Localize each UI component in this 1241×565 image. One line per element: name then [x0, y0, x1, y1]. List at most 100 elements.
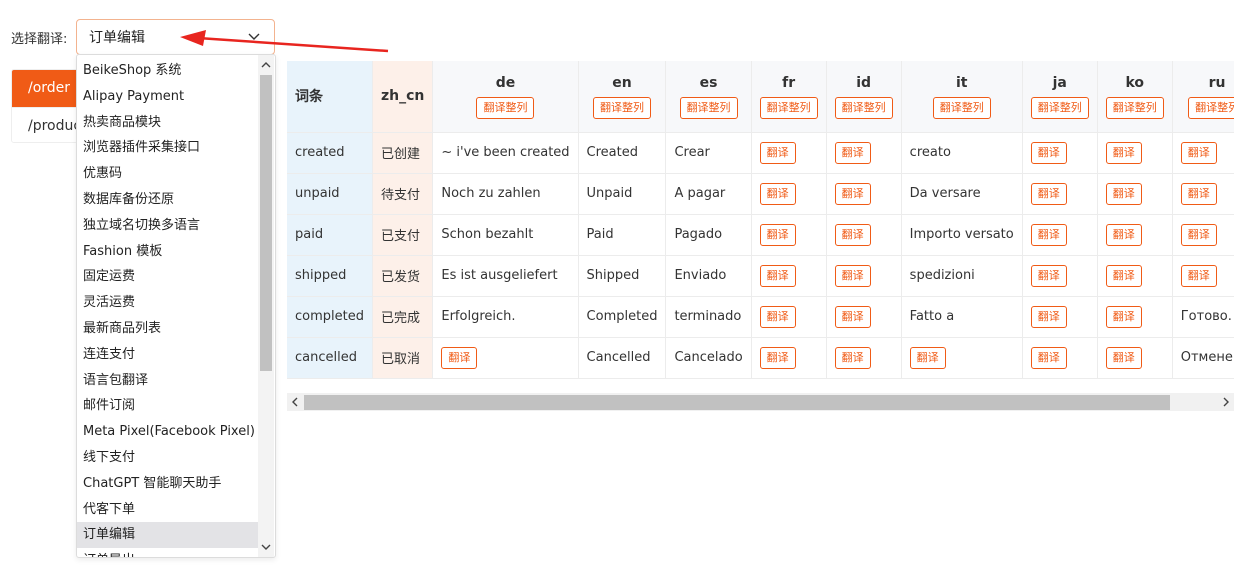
- translate-column-button[interactable]: 翻译整列: [759, 97, 818, 120]
- dropdown-option[interactable]: 连连支付: [77, 342, 258, 368]
- translate-column-button[interactable]: 翻译整列: [593, 97, 651, 120]
- translate-cell-button[interactable]: 翻译: [834, 305, 871, 328]
- dropdown-option[interactable]: ChatGPT 智能聊天助手: [77, 471, 258, 497]
- translation-cell: Erfolgreich.: [432, 296, 579, 338]
- horizontal-scrollbar[interactable]: [287, 393, 1234, 411]
- zh-column-header: zh_cn: [372, 61, 434, 133]
- translate-cell-button[interactable]: 翻译: [759, 223, 796, 246]
- untranslated-cell: 翻译: [1097, 214, 1173, 256]
- lang-column-header: it 翻译整列: [901, 61, 1023, 133]
- translate-cell-button[interactable]: 翻译: [1105, 141, 1142, 164]
- zh-cell: 已创建: [372, 132, 434, 174]
- dropdown-option[interactable]: 代客下单: [77, 497, 258, 523]
- translate-cell-button[interactable]: 翻译: [834, 141, 871, 164]
- translation-cell: terminado: [665, 296, 752, 338]
- dropdown-scroll-thumb[interactable]: [260, 75, 272, 371]
- key-cell: unpaid: [287, 173, 373, 215]
- translate-cell-button[interactable]: 翻译: [834, 264, 871, 287]
- dropdown-option[interactable]: 优惠码: [77, 161, 258, 187]
- untranslated-cell: 翻译: [1097, 255, 1173, 297]
- table-row: unpaid 待支付 Noch zu zahlen Unpaid A pagar 翻译 翻译…: [287, 173, 1234, 215]
- translate-cell-button[interactable]: 翻译: [1030, 305, 1067, 328]
- translate-cell-button[interactable]: 翻译: [1105, 346, 1142, 369]
- dropdown-option[interactable]: 灵活运费: [77, 290, 258, 316]
- scroll-down-icon[interactable]: [261, 542, 271, 552]
- tab-order[interactable]: /order: [12, 70, 76, 107]
- dropdown-option[interactable]: 固定运费: [77, 264, 258, 290]
- dropdown-option[interactable]: 热卖商品模块: [77, 110, 258, 136]
- scroll-left-icon[interactable]: [290, 397, 300, 407]
- scroll-right-icon[interactable]: [1221, 397, 1231, 407]
- dropdown-option[interactable]: Alipay Payment: [77, 84, 258, 110]
- translate-cell-button[interactable]: 翻译: [1180, 223, 1217, 246]
- translate-cell-button[interactable]: 翻译: [1030, 264, 1067, 287]
- translate-column-button[interactable]: 翻译整列: [1030, 97, 1089, 120]
- untranslated-cell: 翻译: [1022, 214, 1098, 256]
- translate-cell-button[interactable]: 翻译: [834, 182, 871, 205]
- translate-cell-button[interactable]: 翻译: [1030, 182, 1067, 205]
- translate-cell-button[interactable]: 翻译: [759, 141, 796, 164]
- translate-cell-button[interactable]: 翻译: [759, 305, 796, 328]
- translation-dropdown[interactable]: BeikeShop 系统 Alipay Payment 热卖商品模块 浏览器插件采集接…: [76, 54, 276, 558]
- translate-column-button[interactable]: 翻译整列: [932, 97, 991, 120]
- lang-column-header: id 翻译整列: [826, 61, 902, 133]
- table-header-row: 词条 zh_cn de 翻译整列 en 翻译整列 es 翻译整列 fr 翻译整列 id 翻译整列 i…: [287, 61, 1234, 133]
- translate-column-button[interactable]: 翻译整列: [1188, 97, 1234, 120]
- zh-cell: 已取消: [372, 337, 434, 379]
- translation-cell: Da versare: [901, 173, 1023, 215]
- translate-cell-button[interactable]: 翻译: [441, 346, 478, 369]
- scroll-up-icon[interactable]: [261, 60, 271, 70]
- key-cell: created: [287, 132, 373, 174]
- dropdown-option[interactable]: 订单编辑: [77, 522, 258, 549]
- untranslated-cell: 翻译: [1097, 337, 1173, 379]
- translate-cell-button[interactable]: 翻译: [834, 223, 871, 246]
- translate-cell-button[interactable]: 翻译: [1105, 223, 1142, 246]
- translate-cell-button[interactable]: 翻译: [759, 346, 796, 369]
- dropdown-option[interactable]: 邮件订阅: [77, 393, 258, 419]
- translate-cell-button[interactable]: 翻译: [1180, 141, 1217, 164]
- translation-cell: spedizioni: [901, 255, 1023, 297]
- translate-cell-button[interactable]: 翻译: [834, 346, 871, 369]
- translate-cell-button[interactable]: 翻译: [1105, 264, 1142, 287]
- dropdown-option[interactable]: 浏览器插件采集接口: [77, 135, 258, 161]
- zh-cell: 已完成: [372, 296, 434, 338]
- translate-column-button[interactable]: 翻译整列: [476, 97, 535, 120]
- translation-cell: Crear: [665, 132, 752, 174]
- translate-column-button[interactable]: 翻译整列: [1105, 97, 1164, 120]
- translate-cell-button[interactable]: 翻译: [909, 346, 946, 369]
- horizontal-scroll-thumb[interactable]: [304, 395, 1170, 410]
- lang-code: it: [955, 75, 968, 92]
- key-cell: cancelled: [287, 337, 373, 379]
- translate-cell-button[interactable]: 翻译: [1180, 264, 1217, 287]
- dropdown-option[interactable]: 独立域名切换多语言: [77, 213, 258, 239]
- translation-cell: Cancelled: [578, 337, 667, 379]
- dropdown-option[interactable]: 语言包翻译: [77, 368, 258, 394]
- translate-cell-button[interactable]: 翻译: [1180, 182, 1217, 205]
- untranslated-cell: 翻译: [1172, 132, 1234, 174]
- dropdown-option[interactable]: Fashion 模板: [77, 239, 258, 265]
- translate-cell-button[interactable]: 翻译: [1030, 346, 1067, 369]
- tab-product[interactable]: /product: [12, 107, 76, 142]
- lang-code: ja: [1052, 75, 1067, 92]
- lang-code: fr: [782, 75, 796, 92]
- translation-cell: Cancelado: [665, 337, 752, 379]
- dropdown-option[interactable]: 订单导出: [77, 548, 258, 557]
- dropdown-option[interactable]: 最新商品列表: [77, 316, 258, 342]
- translate-cell-button[interactable]: 翻译: [1105, 305, 1142, 328]
- untranslated-cell: 翻译: [1022, 132, 1098, 174]
- translate-cell-button[interactable]: 翻译: [759, 264, 796, 287]
- dropdown-option[interactable]: BeikeShop 系统: [77, 58, 258, 84]
- lang-code: es: [699, 75, 718, 92]
- untranslated-cell: 翻译: [1172, 214, 1234, 256]
- translate-cell-button[interactable]: 翻译: [1105, 182, 1142, 205]
- dropdown-option[interactable]: 数据库备份还原: [77, 187, 258, 213]
- translate-cell-button[interactable]: 翻译: [1030, 223, 1067, 246]
- translate-cell-button[interactable]: 翻译: [759, 182, 796, 205]
- translate-column-button[interactable]: 翻译整列: [679, 97, 738, 120]
- untranslated-cell: 翻译: [432, 337, 579, 379]
- dropdown-option[interactable]: Meta Pixel(Facebook Pixel): [77, 419, 258, 445]
- dropdown-scrollbar[interactable]: [258, 55, 274, 557]
- translate-column-button[interactable]: 翻译整列: [834, 97, 893, 120]
- translate-cell-button[interactable]: 翻译: [1030, 141, 1067, 164]
- dropdown-option[interactable]: 线下支付: [77, 445, 258, 471]
